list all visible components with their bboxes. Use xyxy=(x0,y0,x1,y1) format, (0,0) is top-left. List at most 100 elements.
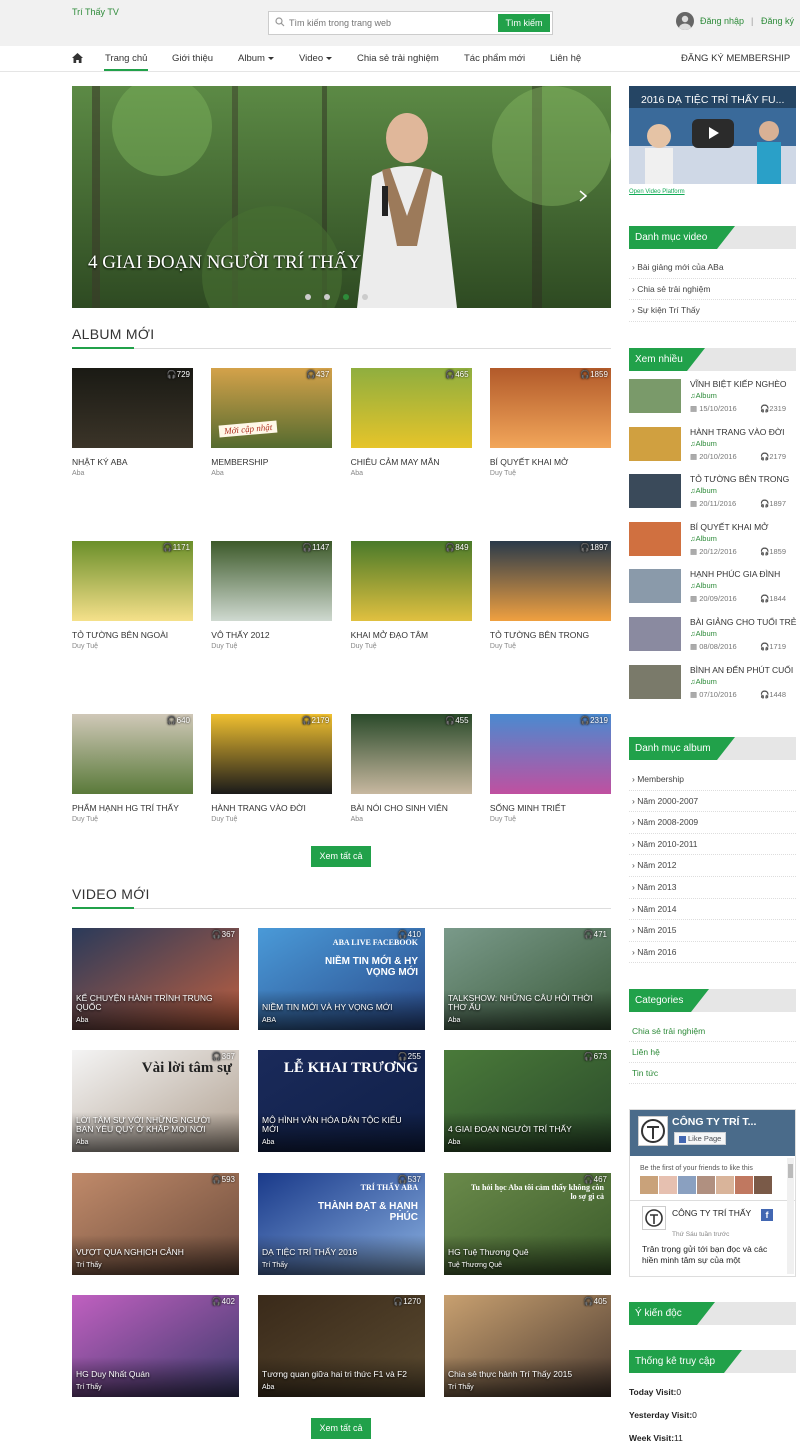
nav-item-video[interactable]: Video xyxy=(299,53,333,64)
video-card[interactable]: 🎧593 VƯỢT QUA NGHỊCH CẢNH Trí Thấy xyxy=(72,1172,239,1275)
facebook-page-name[interactable]: CÔNG TY TRÍ T... xyxy=(672,1116,756,1128)
most-viewed-thumbnail[interactable] xyxy=(629,474,681,509)
album-title[interactable]: HÀNH TRANG VÀO ĐỜI xyxy=(211,803,332,813)
most-viewed-thumbnail[interactable] xyxy=(629,521,681,556)
most-viewed-category[interactable]: ♫Album xyxy=(690,581,717,590)
album-category-item[interactable]: › Năm 2000-2007 xyxy=(629,791,796,813)
search-input[interactable] xyxy=(289,15,499,31)
video-card[interactable]: 🎧367 KỂ CHUYỆN HÀNH TRÌNH TRUNG QUỐC Aba xyxy=(72,928,239,1030)
video-card[interactable]: 🎧1270 Tương quan giữa hai tri thức F1 và … xyxy=(258,1294,425,1397)
video-card[interactable]: ABA LIVE FACEBOOK NIỀM TIN MỚI & HY VỌNG … xyxy=(258,928,425,1030)
album-title[interactable]: TỎ TƯỜNG BÊN TRONG xyxy=(490,630,611,640)
album-thumbnail[interactable]: 🎧1859 xyxy=(489,368,611,448)
album-title[interactable]: SỐNG MINH TRIẾT xyxy=(490,803,611,813)
video-title[interactable]: KỂ CHUYỆN HÀNH TRÌNH TRUNG QUỐC xyxy=(76,994,226,1012)
facebook-icon[interactable]: f xyxy=(761,1209,773,1221)
album-card[interactable]: 🎧849 KHAI MỞ ĐẠO TÂM Duy Tuệ xyxy=(350,541,472,650)
album-category-item[interactable]: › Năm 2015 xyxy=(629,920,796,942)
most-viewed-category[interactable]: ♫Album xyxy=(690,677,717,686)
album-card[interactable]: 🎧1859 BÍ QUYẾT KHAI MỞ Duy Tuệ xyxy=(489,368,611,477)
album-thumbnail[interactable]: 🎧455 xyxy=(350,714,472,794)
most-viewed-item[interactable]: HÀNH TRANG VÀO ĐỜI ♫Album ▦ 20/10/2016 🎧217… xyxy=(629,426,796,474)
nav-item-contact[interactable]: Liên hệ xyxy=(550,53,581,64)
category-link[interactable]: Liên hệ xyxy=(629,1042,796,1063)
album-card[interactable]: 🎧2179 HÀNH TRANG VÀO ĐỜI Duy Tuệ xyxy=(211,714,333,823)
most-viewed-title[interactable]: BÀI GIẢNG CHO TUỔI TRẺ xyxy=(690,617,796,627)
video-title[interactable]: LỜI TÂM SỰ VỚI NHỮNG NGƯỜI BẠN YÊU QUÝ Ở… xyxy=(76,1116,226,1134)
most-viewed-title[interactable]: BÌNH AN ĐẾN PHÚT CUỐI xyxy=(690,665,793,675)
most-viewed-thumbnail[interactable] xyxy=(629,569,681,604)
play-icon[interactable] xyxy=(692,119,734,148)
album-title[interactable]: TỎ TƯỜNG BÊN NGOÀI xyxy=(72,630,193,640)
album-thumbnail[interactable]: 🎧437 Mới cập nhật xyxy=(211,368,333,448)
album-card[interactable]: 🎧640 PHẨM HẠNH HG TRÍ THẤY Duy Tuệ xyxy=(72,714,193,823)
most-viewed-thumbnail[interactable] xyxy=(629,379,681,413)
album-thumbnail[interactable]: 🎧1171 xyxy=(72,541,193,621)
nav-item-album[interactable]: Album xyxy=(238,53,274,64)
most-viewed-title[interactable]: BÍ QUYẾT KHAI MỞ xyxy=(690,522,768,532)
most-viewed-category[interactable]: ♫Album xyxy=(690,629,717,638)
category-link[interactable]: Chia sẻ trải nghiệm xyxy=(629,1021,796,1042)
album-category-item[interactable]: › Năm 2014 xyxy=(629,899,796,921)
video-card[interactable]: Tu hỏi học Aba tôi cảm thấy không còn lo… xyxy=(444,1172,611,1275)
site-logo[interactable]: Trí Thấy TV xyxy=(72,7,119,17)
album-thumbnail[interactable]: 🎧1147 xyxy=(211,541,333,621)
album-category-item[interactable]: › Năm 2012 xyxy=(629,855,796,877)
album-title[interactable]: BÍ QUYẾT KHAI MỞ xyxy=(490,457,611,467)
most-viewed-title[interactable]: TỎ TƯỜNG BÊN TRONG xyxy=(690,474,789,484)
video-title[interactable]: HG Tuệ Thương Quê xyxy=(448,1247,598,1257)
album-thumbnail[interactable]: 🎧729 xyxy=(72,368,193,448)
video-category-item[interactable]: › Sự kiện Trí Thấy xyxy=(629,300,796,322)
video-category-item[interactable]: › Bài giảng mới của ABa xyxy=(629,257,796,279)
most-viewed-title[interactable]: HÀNH TRANG VÀO ĐỜI xyxy=(690,427,785,437)
video-title[interactable]: Tương quan giữa hai tri thức F1 và F2 xyxy=(262,1369,412,1379)
album-category-item[interactable]: › Năm 2013 xyxy=(629,877,796,899)
video-card[interactable]: 🎧402 HG Duy Nhất Quán Trí Thấy xyxy=(72,1294,239,1397)
most-viewed-thumbnail[interactable] xyxy=(629,617,681,651)
slider-dot[interactable] xyxy=(324,294,330,300)
nav-item-new-works[interactable]: Tác phẩm mới xyxy=(464,53,525,64)
album-title[interactable]: KHAI MỞ ĐẠO TÂM xyxy=(351,630,472,640)
nav-item-about[interactable]: Giới thiệu xyxy=(172,53,213,64)
most-viewed-thumbnail[interactable] xyxy=(629,426,681,461)
most-viewed-item[interactable]: VĨNH BIỆT KIẾP NGHÈO ♫Album ▦ 15/10/2016 🎧2… xyxy=(629,379,796,426)
album-title[interactable]: CHIÊU CẢM MAY MẮN xyxy=(351,457,472,467)
album-card[interactable]: 🎧729 NHẬT KÝ ABA Aba xyxy=(72,368,193,477)
most-viewed-item[interactable]: BÀI GIẢNG CHO TUỔI TRẺ ♫Album ▦ 08/08/2016… xyxy=(629,617,796,664)
album-title[interactable]: VÔ THẤY 2012 xyxy=(211,630,332,640)
slider-dot[interactable] xyxy=(362,294,368,300)
album-title[interactable]: MEMBERSHIP xyxy=(211,457,332,467)
home-icon[interactable] xyxy=(72,53,83,63)
category-link[interactable]: Tin tức xyxy=(629,1063,796,1084)
video-title[interactable]: Chia sẻ thực hành Trí Thấy 2015 xyxy=(448,1369,598,1379)
video-card[interactable]: 🎧471 TALKSHOW: NHỮNG CÂU HỎI THỜI THƠ ẤU A… xyxy=(444,928,611,1030)
video-title[interactable]: NIỀM TIN MỚI VÀ HY VỌNG MỚI xyxy=(262,1003,412,1012)
facebook-scrollbar[interactable] xyxy=(787,1158,794,1274)
video-title[interactable]: TALKSHOW: NHỮNG CÂU HỎI THỜI THƠ ẤU xyxy=(448,994,598,1012)
nav-membership[interactable]: ĐĂNG KÝ MEMBERSHIP xyxy=(681,53,790,64)
video-title[interactable]: VƯỢT QUA NGHỊCH CẢNH xyxy=(76,1247,226,1257)
album-category-item[interactable]: › Năm 2016 xyxy=(629,942,796,964)
slider-caption[interactable]: 4 GIAI ĐOẠN NGƯỜI TRÍ THẤY xyxy=(88,252,361,274)
album-title[interactable]: BÀI NÓI CHO SINH VIÊN xyxy=(351,803,472,813)
facebook-scrollbar-thumb[interactable] xyxy=(788,1164,793,1178)
nav-item-home[interactable]: Trang chủ xyxy=(105,53,147,64)
video-card[interactable]: 🎧405 Chia sẻ thực hành Trí Thấy 2015 Trí T… xyxy=(444,1294,611,1397)
facebook-like-button[interactable]: Like Page xyxy=(674,1132,727,1145)
most-viewed-category[interactable]: ♫Album xyxy=(690,534,717,543)
video-title[interactable]: 4 GIAI ĐOẠN NGƯỜI TRÍ THẤY xyxy=(448,1125,598,1134)
most-viewed-category[interactable]: ♫Album xyxy=(690,439,717,448)
video-card[interactable]: TRÍ THẤY ABA THÀNH ĐẠT & HẠNH PHÚC 🎧537 DẠ … xyxy=(258,1172,425,1275)
search-button[interactable]: Tìm kiếm xyxy=(498,14,550,32)
most-viewed-category[interactable]: ♫Album xyxy=(690,391,717,400)
most-viewed-category[interactable]: ♫Album xyxy=(690,486,717,495)
video-platform-link[interactable]: Open Video Platform xyxy=(629,189,685,195)
album-card[interactable]: 🎧2319 SỐNG MINH TRIẾT Duy Tuệ xyxy=(489,714,611,823)
album-thumbnail[interactable]: 🎧465 xyxy=(350,368,472,448)
album-thumbnail[interactable]: 🎧640 xyxy=(72,714,193,794)
album-thumbnail[interactable]: 🎧1897 xyxy=(489,541,611,621)
slider-dot[interactable] xyxy=(305,294,311,300)
album-card[interactable]: 🎧437 Mới cập nhật MEMBERSHIP Aba xyxy=(211,368,333,477)
album-thumbnail[interactable]: 🎧2319 xyxy=(489,714,611,794)
video-title[interactable]: DẠ TIỆC TRÍ THẤY 2016 xyxy=(262,1247,412,1257)
